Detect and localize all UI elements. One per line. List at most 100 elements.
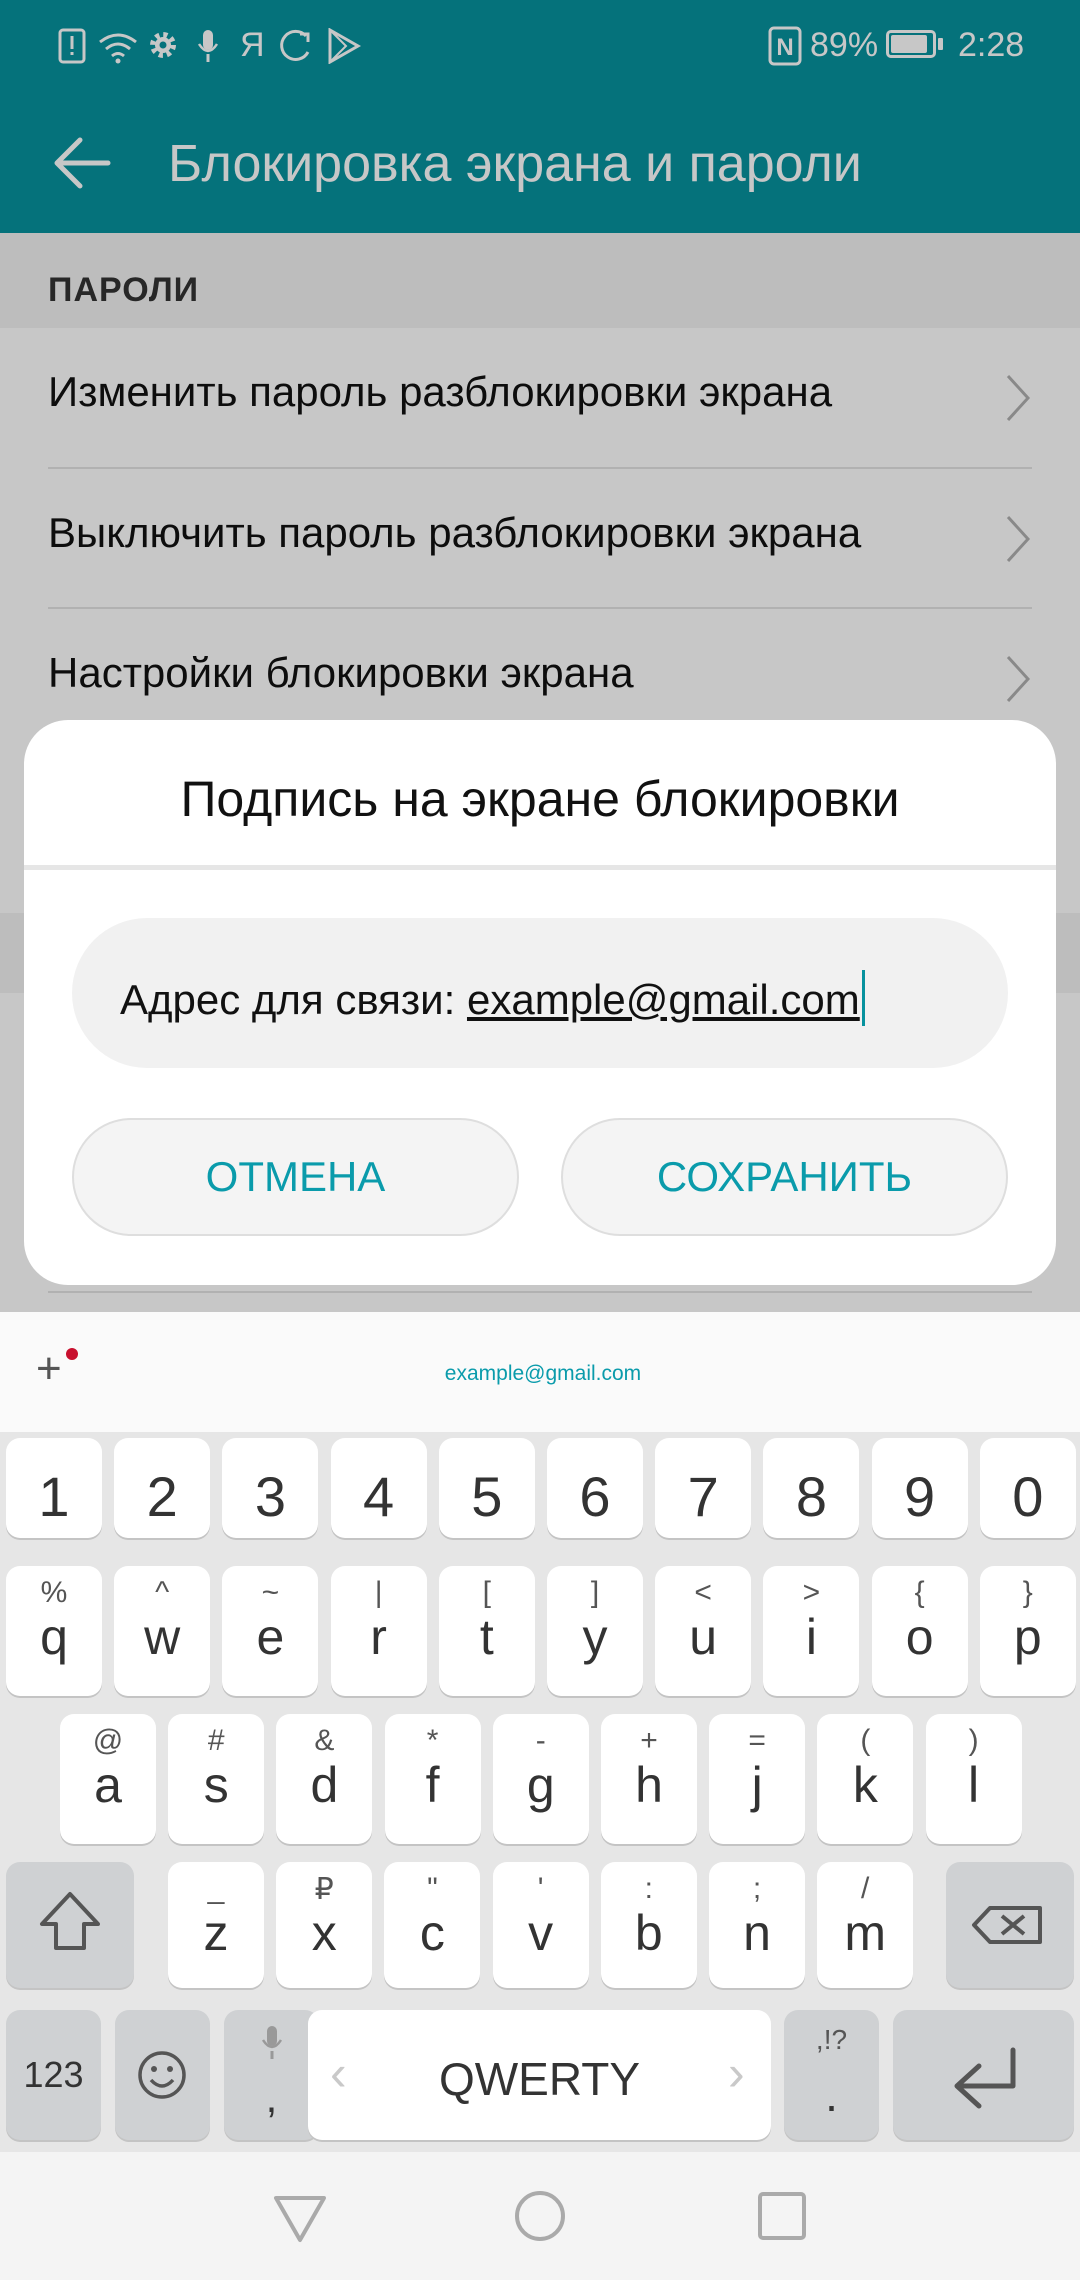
key-label: 4 [363,1465,395,1528]
key-b[interactable]: :b [600,1862,697,1988]
mic-icon [261,2026,283,2059]
numbers-mode-key[interactable]: 123 [6,2010,101,2140]
key-t[interactable]: [t [438,1566,535,1696]
key-4[interactable]: 4 [330,1438,427,1538]
key-u[interactable]: < u [655,1566,752,1696]
space-key[interactable]: ‹ QWERTY › [308,2010,771,2140]
keyboard: 1234567890 % q ^ w ~ e | r[t] y < u > i{o} p @ a # s & d * f… [0,1432,1080,2152]
key-8[interactable]: 8 [763,1438,860,1538]
key-z[interactable]: _ z [168,1862,264,1988]
key-secondary-label: ₽ [314,1873,334,1906]
key-label: m [844,1905,887,1961]
enter-return-icon [954,2047,1016,2109]
suggestion-word[interactable]: example@gmail.com [0,1362,1080,1386]
key-x[interactable]: ₽ x [276,1862,373,1988]
input-prefix: Адрес для связи: [120,976,467,1023]
key-label: 0 [1012,1465,1044,1528]
key-label: x [311,1905,337,1961]
key-k[interactable]: (k [817,1714,914,1844]
key-g[interactable]: -g [492,1714,589,1844]
period-key[interactable]: ,!? . [784,2010,879,2140]
key-f[interactable]: * f [384,1714,481,1844]
key-secondary-label: @ [92,1724,124,1757]
emoji-key[interactable] [115,2010,210,2140]
cancel-button[interactable]: ОТМЕНА [72,1118,519,1236]
key-secondary-label: ) [968,1724,979,1757]
key-h[interactable]: + h [601,1714,697,1844]
key-secondary-label: " [427,1872,438,1905]
key-6[interactable]: 6 [547,1438,643,1538]
key-j[interactable]: = j [709,1714,806,1844]
key-secondary-label: % [40,1576,68,1609]
key-0[interactable]: 0 [979,1438,1076,1538]
input-email: example@gmail.com [466,976,860,1023]
key-label: y [582,1609,608,1665]
save-button[interactable]: СОХРАНИТЬ [561,1118,1008,1236]
backspace-key[interactable] [946,1862,1074,1988]
key-y[interactable]: ] y [547,1566,643,1696]
dialog-title: Подпись на экране блокировки [180,771,900,827]
shift-key[interactable] [6,1862,134,1988]
dialog-divider [24,865,1056,870]
key-label: t [479,1609,494,1665]
key-label: 3 [254,1465,286,1528]
key-l[interactable]: ) l [925,1714,1022,1844]
key-label: l [968,1757,980,1813]
enter-key[interactable] [893,2010,1074,2140]
signature-input[interactable]: Адрес для связи: example@gmail.com [72,918,1008,1068]
key-secondary-label: _ [207,1872,225,1905]
key-label: 6 [579,1465,611,1528]
key-p[interactable]: } p [979,1566,1076,1696]
key-label: k [852,1757,878,1813]
key-e[interactable]: ~ e [222,1566,319,1696]
home-circle-icon[interactable] [510,2186,570,2246]
key-a[interactable]: @ a [60,1714,156,1844]
key-secondary-label: ] [590,1576,600,1609]
smiley-icon [138,2051,186,2099]
key-secondary-label: / [861,1872,870,1905]
key-m[interactable]: / m [817,1862,914,1988]
key-label: o [905,1609,934,1665]
key-secondary-label: < [694,1576,712,1609]
back-triangle-icon[interactable] [270,2190,330,2246]
key-1[interactable]: 1 [6,1438,102,1538]
text-caret [861,970,865,1026]
key-s[interactable]: # s [168,1714,265,1844]
key-9[interactable]: 9 [871,1438,968,1538]
key-label: c [419,1905,445,1961]
key-label: n [743,1905,771,1961]
key-5[interactable]: 5 [438,1438,535,1538]
comma-voice-key[interactable]: , [224,2010,319,2140]
key-secondary-label: : [644,1872,653,1905]
key-label: 5 [471,1465,503,1528]
key-secondary-label: = [748,1724,766,1757]
key-secondary-label: ~ [261,1576,280,1609]
key-n[interactable]: ; n [709,1862,805,1988]
key-w[interactable]: ^ w [114,1566,211,1696]
suggestion-bar: + example@gmail.com [0,1312,1080,1432]
key-i[interactable]: > i [763,1566,860,1696]
key-r[interactable]: | r [330,1566,427,1696]
key-3[interactable]: 3 [222,1438,319,1538]
key-2[interactable]: 2 [114,1438,211,1538]
backspace-icon [972,1906,1042,1944]
key-label: z [203,1905,229,1961]
key-label: q [40,1609,68,1665]
recents-square-icon[interactable] [752,2186,812,2246]
key-label: 7 [687,1465,719,1528]
key-secondary-label: - [535,1724,546,1757]
key-c[interactable]: " c [384,1862,481,1988]
key-o[interactable]: {o [871,1566,968,1696]
key-label: a [94,1757,122,1813]
key-v[interactable]: ' v [492,1862,589,1988]
key-label: v [528,1905,554,1961]
key-d[interactable]: & d [276,1714,373,1844]
key-q[interactable]: % q [6,1566,102,1696]
key-7[interactable]: 7 [655,1438,752,1538]
key-secondary-label: + [640,1724,658,1757]
key-secondary-label: | [374,1576,383,1609]
key-label: j [751,1757,763,1813]
key-label: d [310,1757,339,1813]
key-label: 8 [795,1465,827,1528]
key-secondary-label: { [914,1576,925,1609]
